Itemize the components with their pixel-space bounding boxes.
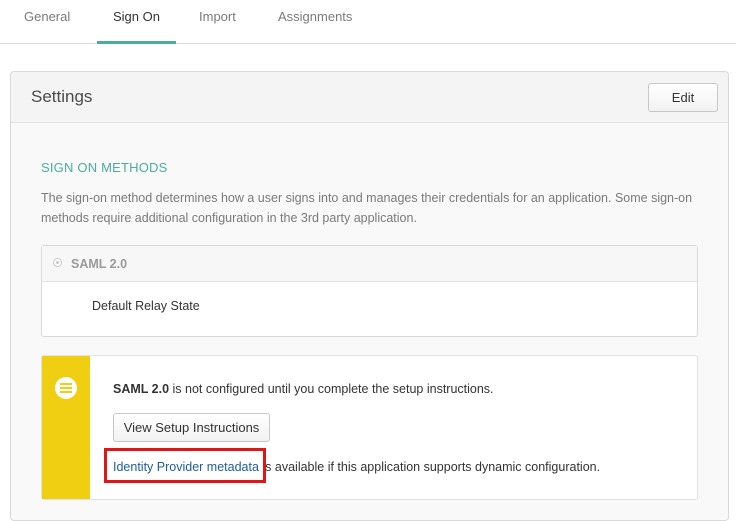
- tab-import[interactable]: Import: [199, 0, 236, 43]
- tab-general[interactable]: General: [24, 0, 70, 43]
- metadata-text-rest: is available if this application support…: [258, 460, 601, 474]
- relay-state-label: Default Relay State: [92, 299, 200, 313]
- notice-method: SAML 2.0: [113, 382, 170, 396]
- tab-assignments[interactable]: Assignments: [278, 0, 352, 43]
- panel-title: Settings: [31, 87, 93, 106]
- panel-header: Settings Edit: [11, 72, 728, 123]
- tab-bar: General Sign On Import Assignments: [0, 0, 736, 44]
- method-label: SAML 2.0: [71, 257, 128, 271]
- method-header: SAML 2.0: [42, 246, 697, 282]
- view-setup-instructions-button[interactable]: View Setup Instructions: [113, 413, 270, 442]
- edit-button[interactable]: Edit: [648, 83, 718, 112]
- highlight-box: [104, 448, 266, 483]
- sign-on-method-box: SAML 2.0 Default Relay State: [41, 245, 698, 337]
- section-title: SIGN ON METHODS: [41, 160, 168, 175]
- notice-text: SAML 2.0 is not configured until you com…: [113, 382, 494, 396]
- notice-text-rest: is not configured until you complete the…: [169, 382, 494, 396]
- list-icon: [55, 377, 77, 399]
- section-description: The sign-on method determines how a user…: [41, 191, 693, 225]
- saml-radio[interactable]: [53, 258, 62, 267]
- tab-sign-on[interactable]: Sign On: [97, 0, 176, 44]
- notice-bar: [42, 356, 90, 499]
